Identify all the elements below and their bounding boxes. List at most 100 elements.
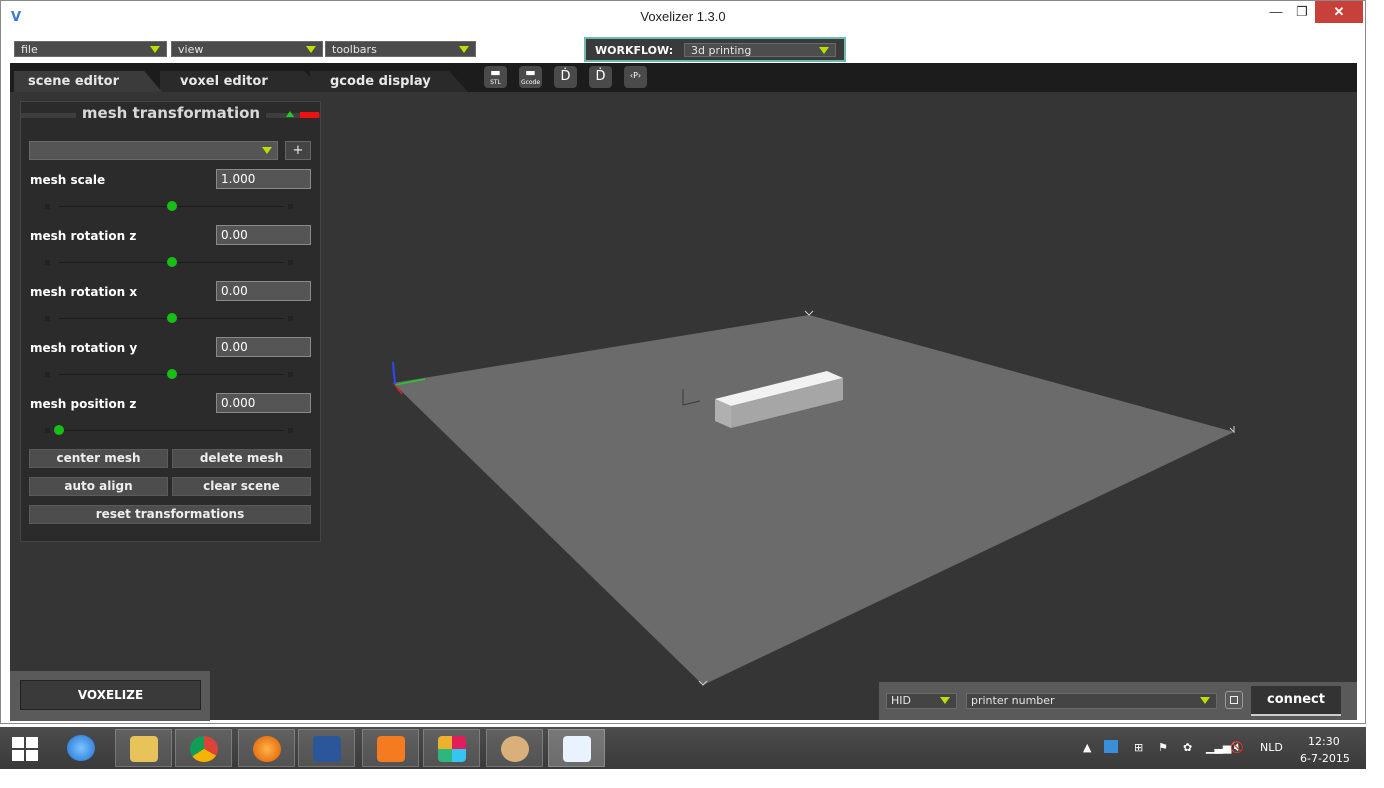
workflow-box: WORKFLOW: 3d printing (584, 37, 846, 62)
file-explorer-icon[interactable] (115, 729, 172, 767)
mesh-rotation-y-label: mesh rotation y (30, 341, 138, 355)
mesh-rotation-y-slider[interactable] (45, 369, 297, 379)
window-title: Voxelizer 1.3.0 (640, 9, 726, 24)
tab-gcode-display[interactable]: gcode display (310, 71, 468, 92)
signal-icon[interactable]: ▁▃▅ (1206, 741, 1231, 754)
show-hidden-icons-icon[interactable]: ▲ (1083, 741, 1091, 754)
mesh-rotation-x-slider[interactable] (45, 313, 297, 323)
mesh-rotation-x-input[interactable]: 0.00 (216, 281, 311, 301)
tab-scene-editor[interactable]: scene editor (14, 71, 162, 92)
slack-icon[interactable] (423, 729, 480, 767)
chevron-down-icon (1200, 697, 1210, 704)
auto-align-button[interactable]: auto align (29, 477, 168, 496)
word-icon[interactable] (298, 729, 355, 767)
volume-muted-icon[interactable]: 🔇 (1230, 741, 1244, 754)
chevron-down-icon (306, 46, 316, 53)
slider-knob[interactable] (166, 201, 177, 211)
close-panel-icon[interactable] (300, 112, 319, 118)
title-bar: V Voxelizer 1.3.0 — ❐ ✕ (1, 1, 1365, 35)
workflow-label: WORKFLOW: (595, 44, 674, 57)
network-app-icon[interactable] (1104, 740, 1118, 753)
toolbars-menu[interactable]: toolbars (325, 41, 476, 57)
clock-date[interactable]: 6-7-2015 (1300, 752, 1350, 765)
chevron-down-icon (262, 147, 272, 154)
port-select[interactable]: HID (886, 693, 957, 709)
upload-icon: Ḋ (595, 69, 606, 84)
chevron-down-icon (940, 697, 950, 704)
collapse-icon[interactable] (286, 111, 294, 117)
slider-knob[interactable] (166, 369, 177, 379)
mesh-rotation-y-input[interactable]: 0.00 (216, 337, 311, 357)
tab-voxel-editor[interactable]: voxel editor (160, 71, 324, 92)
corner-marker (804, 310, 814, 316)
clear-scene-button[interactable]: clear scene (172, 477, 311, 496)
pdf-icon[interactable] (362, 729, 419, 767)
mesh-scale-input[interactable]: 1.000 (216, 169, 311, 189)
dropbox-icon[interactable]: ✿ (1183, 741, 1192, 754)
internet-explorer-icon[interactable] (53, 729, 110, 767)
mesh-scale-slider[interactable] (45, 201, 297, 211)
open-gcode-label: Gcode (520, 79, 541, 86)
build-plate (393, 315, 1234, 685)
minimize-button[interactable]: — (1263, 1, 1289, 23)
slider-knob[interactable] (54, 425, 64, 435)
download-button[interactable]: Ḋ (554, 66, 577, 88)
toolbars-menu-label: toolbars (332, 43, 377, 56)
view-menu[interactable]: view (171, 41, 323, 57)
top-menu-bar: file view toolbars WORKFLOW: 3d printing (10, 35, 1357, 63)
open-gcode-button[interactable]: ▬ Gcode (519, 66, 542, 88)
workflow-value: 3d printing (691, 44, 752, 57)
printer-connection-bar: HID printer number connect (879, 682, 1357, 720)
axis-z (392, 361, 396, 386)
start-button[interactable] (12, 737, 38, 761)
p-icon: ‹P› (629, 71, 642, 80)
printer-number-select[interactable]: printer number (966, 693, 1217, 709)
mesh-position-z-input[interactable]: 0.000 (216, 393, 311, 413)
file-menu[interactable]: file (14, 41, 167, 57)
reset-transformations-button[interactable]: reset transformations (29, 505, 311, 524)
connect-button[interactable]: connect (1251, 686, 1341, 716)
mesh-select[interactable] (29, 141, 278, 160)
start-icon (12, 737, 24, 748)
mesh-rotation-z-slider[interactable] (45, 257, 297, 267)
folder-gcode-icon: ▬ (525, 66, 536, 79)
save-button[interactable] (1225, 691, 1243, 709)
panel-title-wrap: mesh transformation (21, 104, 321, 122)
download-icon: Ḋ (560, 69, 571, 84)
voxelize-button[interactable]: VOXELIZE (20, 680, 201, 710)
p-label: P (633, 71, 638, 80)
upload-button[interactable]: Ḋ (589, 66, 612, 88)
mesh-rotation-z-label: mesh rotation z (30, 229, 137, 243)
language-indicator[interactable]: NLD (1260, 741, 1283, 754)
firefox-icon[interactable] (238, 729, 295, 767)
app-client-area: file view toolbars WORKFLOW: 3d printing… (10, 35, 1357, 721)
action-center-flag-icon[interactable]: ⚑ (1158, 741, 1168, 754)
workflow-select[interactable]: 3d printing (684, 43, 836, 57)
voxelize-area: VOXELIZE (10, 671, 210, 721)
windows-taskbar: ▲ ⊞ ⚑ ✿ ▁▃▅ 🔇 NLD 12:30 6-7-2015 (0, 727, 1366, 769)
mesh-position-z-label: mesh position z (30, 397, 137, 411)
mesh-rotation-z-input[interactable]: 0.00 (216, 225, 311, 245)
mesh-position-z-slider[interactable] (45, 425, 297, 435)
mesh-transformation-panel: mesh transformation + mesh scale 1.000 m… (20, 101, 321, 542)
clock-time[interactable]: 12:30 (1308, 735, 1340, 748)
open-stl-button[interactable]: ▬ STL (484, 66, 507, 88)
panel-header: mesh transformation (21, 102, 320, 124)
maximize-button[interactable]: ❐ (1289, 1, 1315, 23)
paint-icon[interactable] (486, 729, 543, 767)
slider-knob[interactable] (166, 257, 177, 267)
chrome-icon[interactable] (175, 729, 232, 767)
close-button[interactable]: ✕ (1315, 1, 1363, 23)
folder-stl-icon: ▬ (490, 66, 501, 79)
print-p-button[interactable]: ‹P› (624, 66, 647, 88)
add-mesh-button[interactable]: + (285, 141, 311, 160)
view-menu-label: view (178, 43, 204, 56)
port-value: HID (891, 694, 911, 707)
windows-tray-icon[interactable]: ⊞ (1134, 741, 1143, 754)
slider-knob[interactable] (166, 313, 177, 323)
center-mesh-button[interactable]: center mesh (29, 449, 168, 468)
delete-mesh-button[interactable]: delete mesh (172, 449, 311, 468)
voxelizer-icon[interactable] (548, 729, 605, 767)
file-menu-label: file (21, 43, 38, 56)
save-icon (1230, 696, 1238, 704)
